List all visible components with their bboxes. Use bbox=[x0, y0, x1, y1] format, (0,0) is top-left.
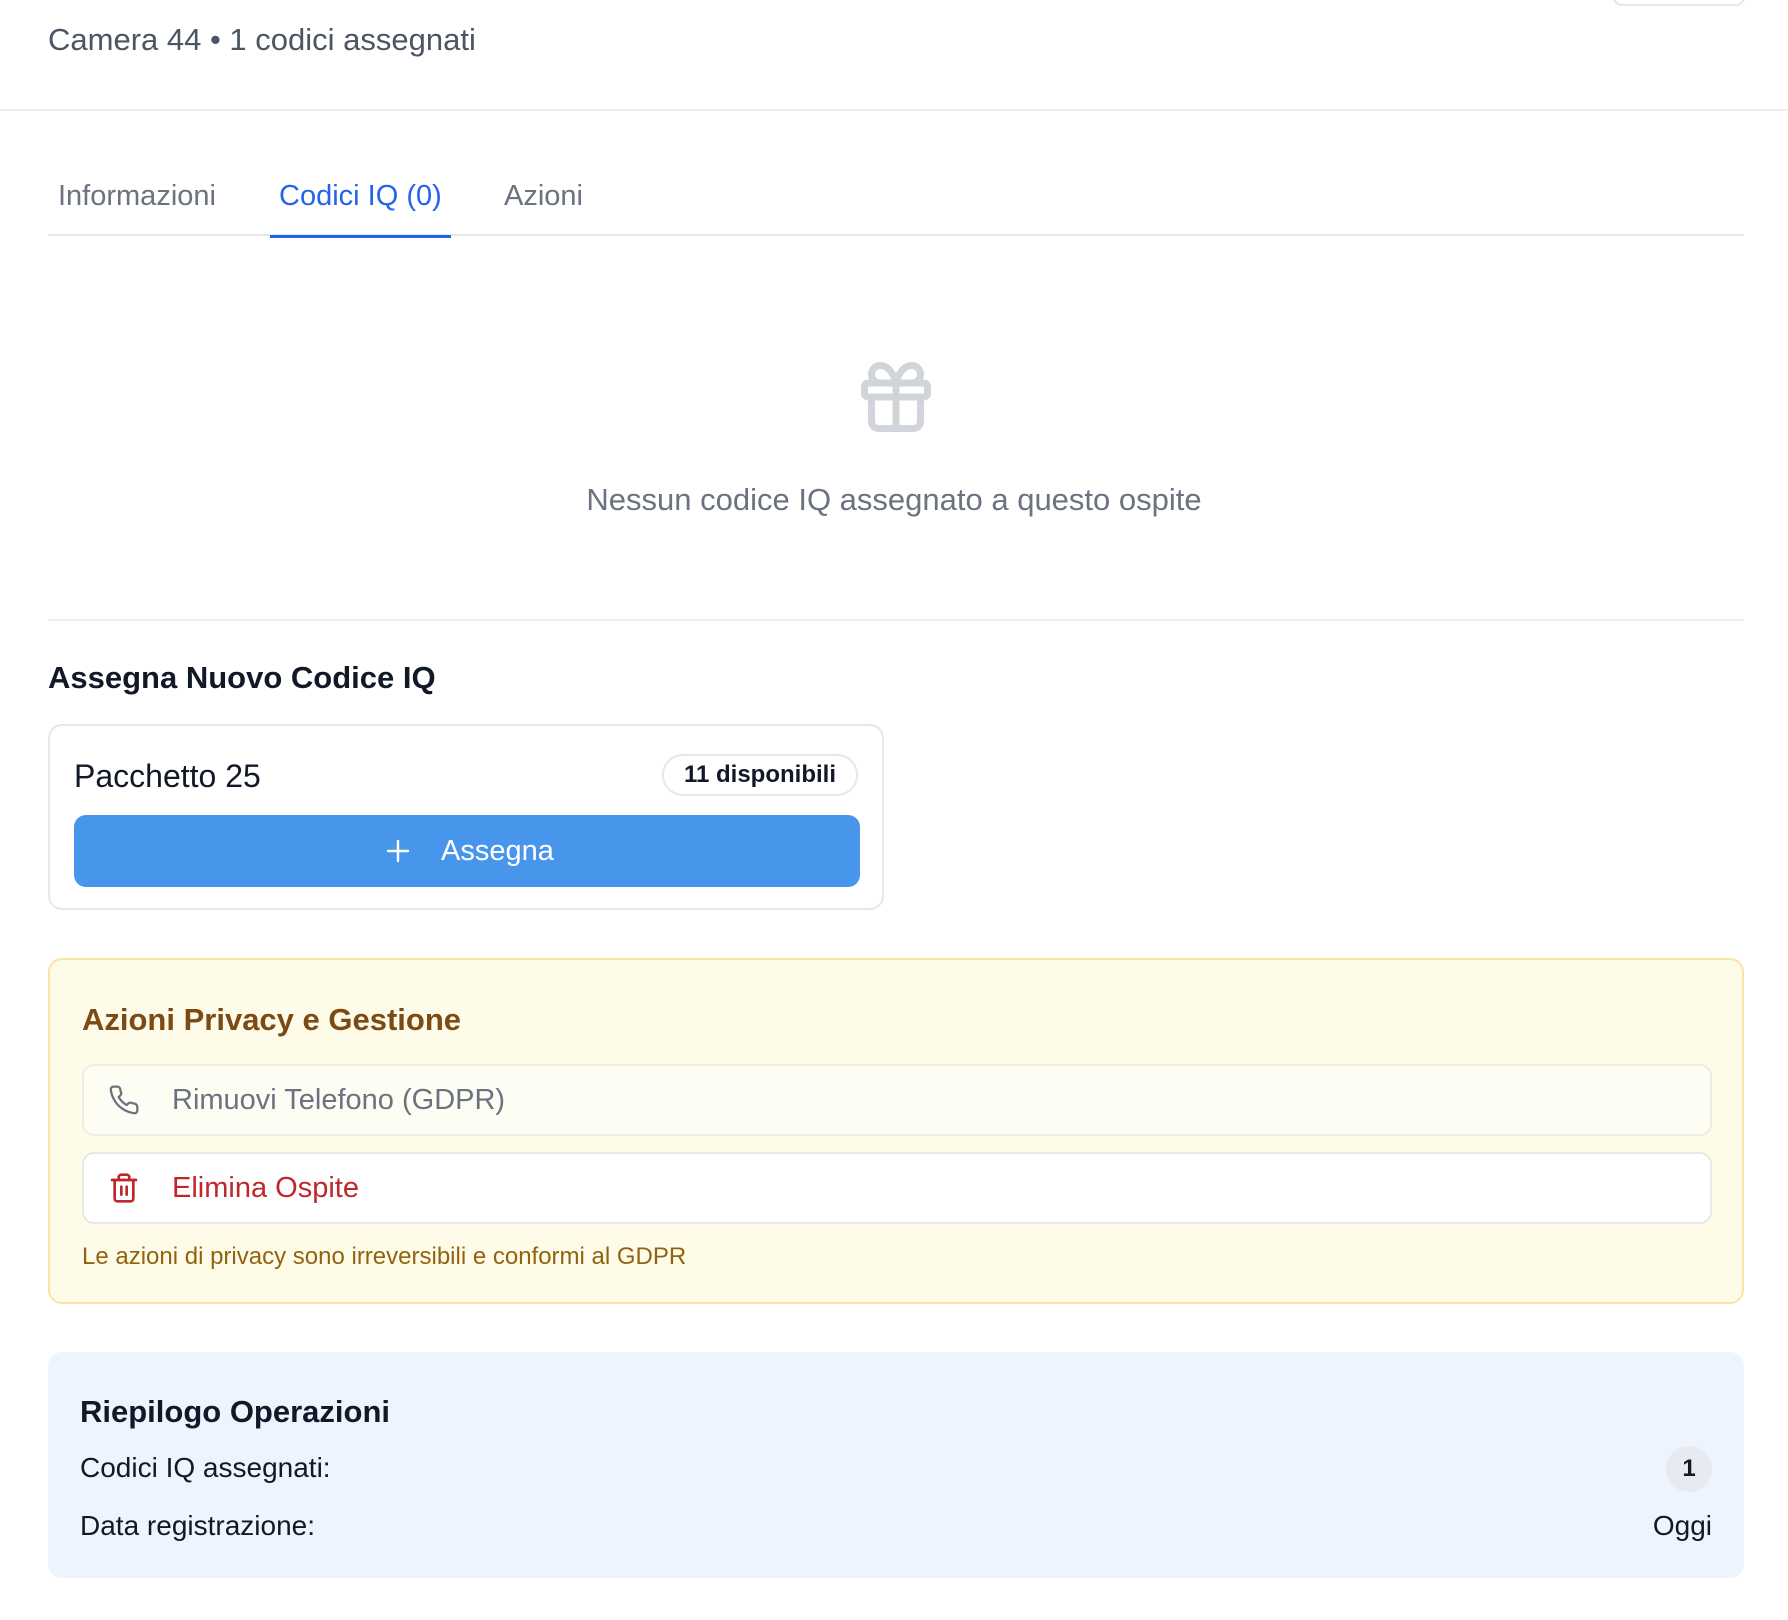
summary-label-registration: Data registrazione: bbox=[80, 1510, 316, 1541]
assign-section-title: Assegna Nuovo Codice IQ bbox=[48, 660, 436, 695]
registration-date-value: Oggi bbox=[1652, 1510, 1712, 1541]
delete-guest-label: Elimina Ospite bbox=[172, 1172, 359, 1204]
summary-title: Riepilogo Operazioni bbox=[80, 1394, 391, 1429]
room-subtitle: Camera 44 • 1 codici assegnati bbox=[48, 22, 476, 57]
summary-label-codes: Codici IQ assegnati: bbox=[80, 1452, 331, 1483]
assign-button[interactable]: Assegna bbox=[74, 815, 860, 887]
privacy-title: Azioni Privacy e Gestione bbox=[82, 1002, 462, 1037]
package-card: Pacchetto 25 11 disponibili Assegna bbox=[48, 724, 884, 910]
guest-detail-panel: Camera 44 • 1 codici assegnati Informazi… bbox=[0, 0, 1788, 1620]
phone-icon bbox=[109, 1085, 139, 1115]
header-button[interactable] bbox=[1613, 0, 1745, 6]
tab-bar: Informazioni Codici IQ (0) Azioni bbox=[48, 170, 1744, 238]
remove-phone-label: Rimuovi Telefono (GDPR) bbox=[172, 1084, 506, 1116]
availability-badge: 11 disponibili bbox=[661, 754, 858, 796]
package-name: Pacchetto 25 bbox=[74, 758, 261, 794]
tab-azioni[interactable]: Azioni bbox=[504, 170, 583, 236]
empty-state-message: Nessun codice IQ assegnato a questo ospi… bbox=[586, 482, 1202, 517]
gift-icon bbox=[861, 362, 931, 432]
trash-icon bbox=[110, 1173, 138, 1203]
operations-summary: Riepilogo Operazioni Codici IQ assegnati… bbox=[48, 1352, 1744, 1578]
assign-button-label: Assegna bbox=[441, 835, 554, 867]
remove-phone-button[interactable]: Rimuovi Telefono (GDPR) bbox=[82, 1064, 1712, 1136]
codes-count-badge: 1 bbox=[1666, 1446, 1712, 1492]
privacy-note: Le azioni di privacy sono irreversibili … bbox=[82, 1243, 687, 1270]
privacy-actions-panel: Azioni Privacy e Gestione Rimuovi Telefo… bbox=[48, 958, 1744, 1304]
plus-icon bbox=[386, 839, 410, 863]
divider bbox=[48, 619, 1744, 621]
delete-guest-button[interactable]: Elimina Ospite bbox=[82, 1152, 1712, 1224]
tab-informazioni[interactable]: Informazioni bbox=[58, 170, 216, 236]
tab-codici-iq[interactable]: Codici IQ (0) bbox=[270, 170, 451, 238]
panel-header: Camera 44 • 1 codici assegnati bbox=[0, 0, 1788, 111]
